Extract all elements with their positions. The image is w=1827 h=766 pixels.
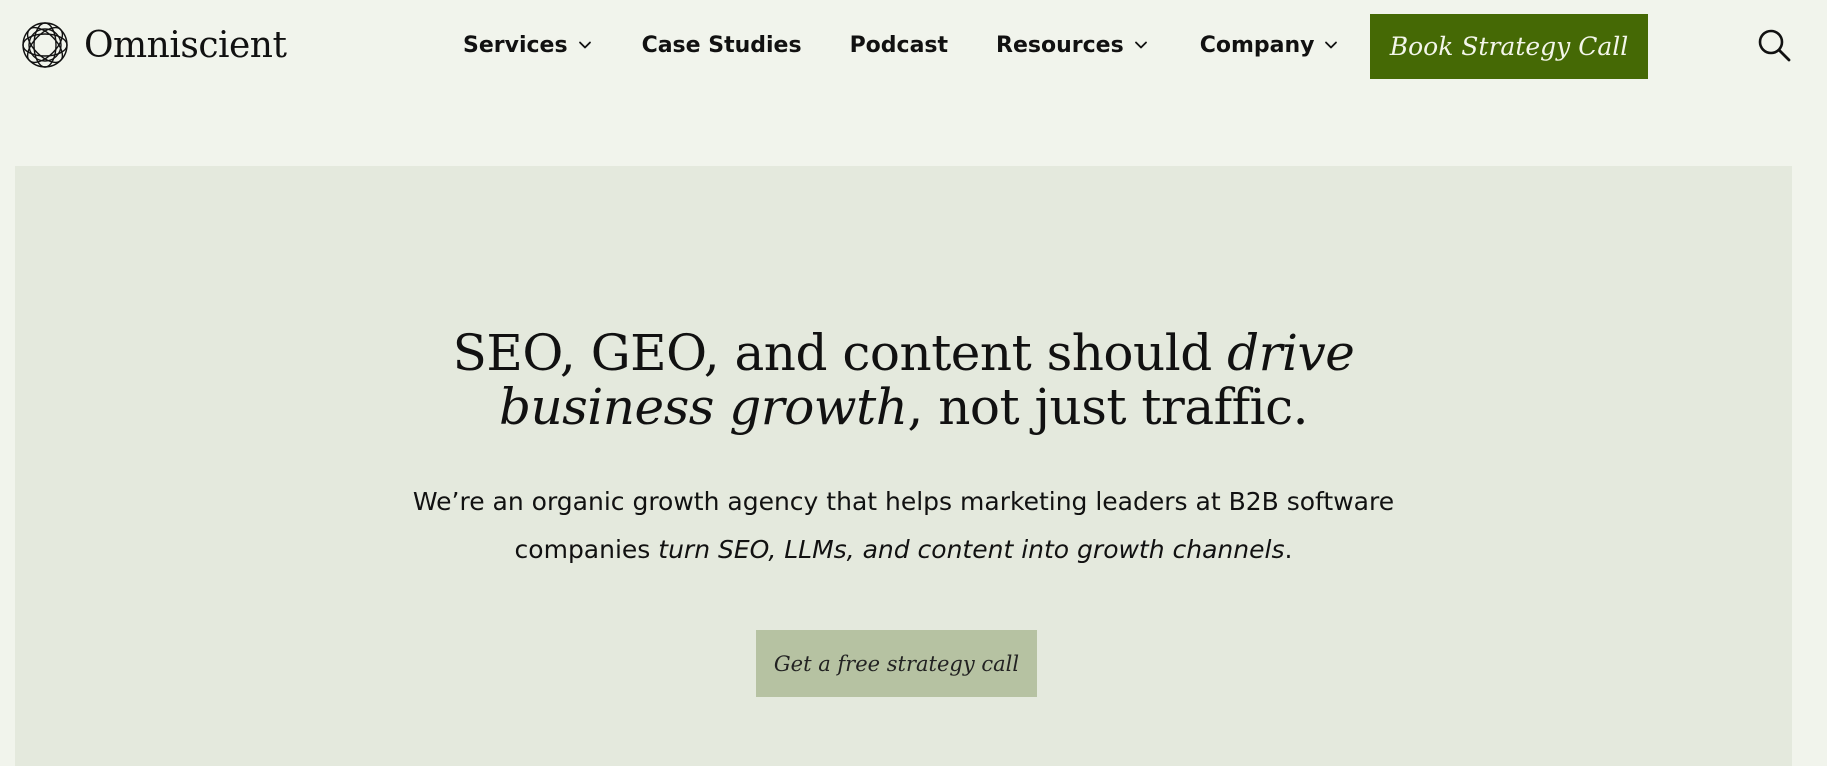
nav-item-resources[interactable]: Resources [996, 33, 1148, 58]
nav-item-services[interactable]: Services [463, 33, 592, 58]
hero-section: SEO, GEO, and content should drive busin… [15, 166, 1792, 766]
subhead-line2-start: companies [514, 535, 659, 564]
logo-text: Omniscient [84, 24, 287, 66]
hero-headline: SEO, GEO, and content should drive busin… [15, 326, 1792, 434]
logo-link[interactable]: Omniscient [18, 18, 287, 72]
subhead-period: . [1284, 535, 1293, 564]
nav-label-company: Company [1199, 32, 1315, 58]
subhead-emphasis: turn SEO, LLMs, and content into growth … [658, 535, 1285, 564]
hero-subheadline: We’re an organic growth agency that help… [15, 478, 1792, 574]
main-nav: Services Case Studies Podcast Resources … [463, 0, 1338, 90]
search-icon[interactable] [1756, 27, 1792, 63]
nav-label-case-studies: Case Studies [641, 32, 802, 58]
nav-label-resources: Resources [996, 32, 1124, 58]
site-header: Omniscient Services Case Studies Podcast… [0, 0, 1827, 92]
headline-text: SEO, GEO, and content should [452, 324, 1228, 382]
nav-label-podcast: Podcast [849, 32, 949, 58]
subhead-line1: We’re an organic growth agency that help… [412, 487, 1395, 516]
free-strategy-call-button[interactable]: Get a free strategy call [756, 630, 1037, 697]
chevron-down-icon [1134, 41, 1147, 49]
chevron-down-icon [1325, 41, 1338, 49]
nav-item-podcast[interactable]: Podcast [850, 33, 948, 58]
headline-emphasis-drive: drive [1227, 324, 1355, 382]
chevron-down-icon [578, 41, 591, 49]
nav-item-case-studies[interactable]: Case Studies [642, 33, 802, 58]
headline-text-end: , not just traffic. [907, 378, 1309, 436]
book-strategy-call-button[interactable]: Book Strategy Call [1370, 14, 1648, 79]
knot-logo-icon [22, 22, 68, 68]
nav-label-services: Services [463, 32, 568, 58]
headline-emphasis-business-growth: business growth [498, 378, 908, 436]
nav-item-company[interactable]: Company [1200, 33, 1339, 58]
